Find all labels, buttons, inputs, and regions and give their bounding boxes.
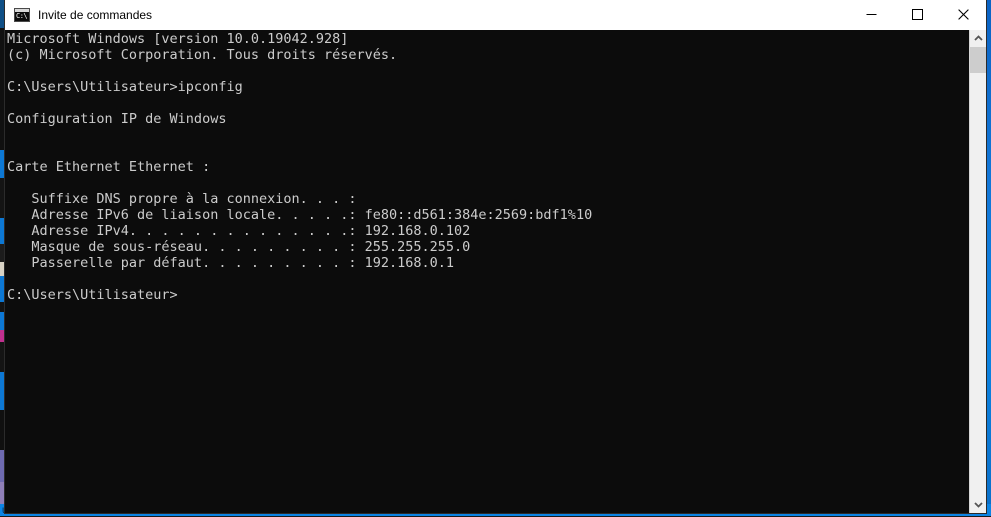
chevron-up-icon bbox=[973, 35, 983, 41]
maximize-button[interactable] bbox=[894, 0, 940, 29]
window-title: Invite de commandes bbox=[38, 7, 153, 22]
window-controls bbox=[848, 0, 986, 29]
console-output-area[interactable]: Microsoft Windows [version 10.0.19042.92… bbox=[5, 30, 969, 513]
console-text: Microsoft Windows [version 10.0.19042.92… bbox=[7, 31, 593, 303]
command-prompt-icon-glyph: C:\ bbox=[16, 11, 28, 20]
command-prompt-window: C:\ Invite de commandes Microsoft Window… bbox=[5, 0, 986, 513]
title-bar[interactable]: C:\ Invite de commandes bbox=[5, 0, 986, 30]
scrollbar-up-button[interactable] bbox=[970, 30, 986, 47]
scrollbar-track[interactable] bbox=[970, 47, 986, 496]
close-button[interactable] bbox=[940, 0, 986, 29]
minimize-button[interactable] bbox=[848, 0, 894, 29]
chevron-down-icon bbox=[973, 502, 983, 508]
close-icon bbox=[957, 9, 969, 20]
minimize-icon bbox=[866, 14, 876, 15]
scrollbar-down-button[interactable] bbox=[970, 496, 986, 513]
scrollbar-thumb[interactable] bbox=[970, 47, 986, 73]
title-bar-left: C:\ Invite de commandes bbox=[5, 7, 848, 22]
window-body: Microsoft Windows [version 10.0.19042.92… bbox=[5, 30, 986, 513]
command-prompt-icon: C:\ bbox=[14, 7, 30, 22]
vertical-scrollbar[interactable] bbox=[969, 30, 986, 513]
maximize-icon bbox=[911, 9, 923, 20]
